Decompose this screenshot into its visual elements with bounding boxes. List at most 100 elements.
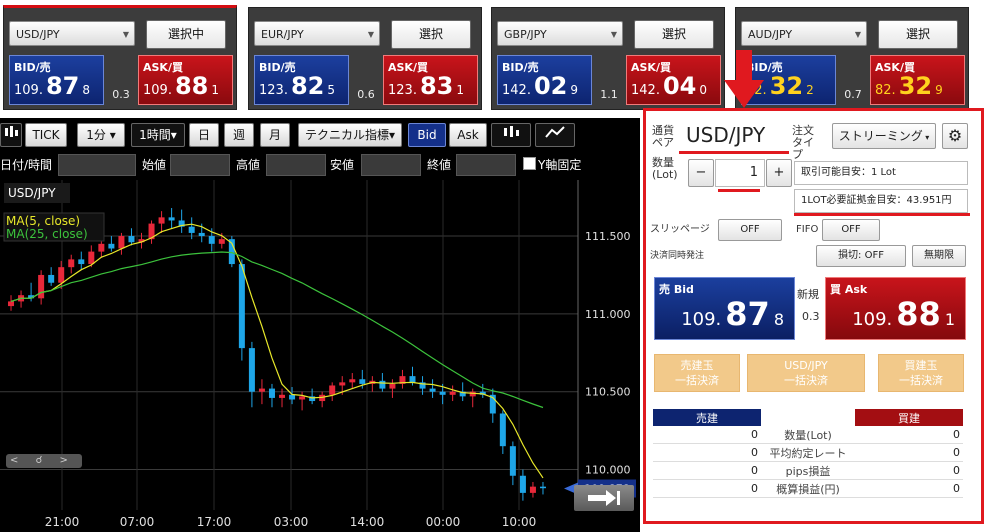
candlestick-icon bbox=[504, 126, 519, 137]
candle-body bbox=[78, 259, 85, 265]
qty-plus-button[interactable]: + bbox=[766, 159, 792, 187]
candlestick-icon bbox=[5, 126, 18, 137]
line-chart-button[interactable] bbox=[535, 123, 575, 147]
order-type-value: ストリーミング bbox=[838, 129, 923, 143]
low-label: 安値 bbox=[330, 158, 355, 172]
ask-toggle[interactable]: Ask bbox=[449, 123, 487, 147]
buy-ask-button[interactable]: 買 Ask 109. 88 1 bbox=[825, 277, 966, 340]
low-field[interactable] bbox=[361, 154, 421, 176]
pair-dropdown[interactable]: AUD/JPY ▼ bbox=[741, 21, 867, 46]
sell-header: 売建 bbox=[653, 409, 761, 426]
ask-price: 123. 83 1 bbox=[388, 72, 464, 100]
stoploss-button[interactable]: 損切: OFF bbox=[816, 245, 906, 267]
slippage-label: スリッページ bbox=[650, 224, 710, 235]
pair-ask-button[interactable]: ASK/買 109. 88 1 bbox=[138, 55, 233, 105]
tick-button[interactable]: TICK bbox=[25, 123, 67, 147]
qty-underline bbox=[718, 189, 760, 192]
order-type-dropdown[interactable]: ストリーミング ▾ bbox=[832, 123, 936, 149]
expiry-button[interactable]: 無期限 bbox=[912, 245, 966, 267]
bid-toggle[interactable]: Bid bbox=[408, 123, 446, 147]
y-tick-label: 111.000 bbox=[585, 308, 631, 321]
pair-ask-button[interactable]: ASK/買 82. 32 9 bbox=[870, 55, 965, 105]
pair-bid-button[interactable]: BID/売 109. 87 8 bbox=[9, 55, 104, 105]
candle-body bbox=[529, 486, 536, 493]
pair-symbol: EUR/JPY bbox=[261, 28, 304, 41]
candle-body bbox=[519, 475, 526, 493]
pair-dropdown[interactable]: USD/JPY ▼ bbox=[9, 21, 135, 46]
pair-dropdown[interactable]: GBP/JPY ▼ bbox=[497, 21, 623, 46]
scroll-controls[interactable]: < ☌ > bbox=[6, 454, 82, 468]
row-label: 数量(Lot) bbox=[761, 426, 855, 444]
qty-minus-button[interactable]: − bbox=[688, 159, 714, 187]
chart-symbol: USD/JPY bbox=[8, 186, 56, 200]
settings-button[interactable]: ⚙ bbox=[942, 123, 968, 149]
row-label: 平均約定レート bbox=[761, 443, 855, 462]
jump-latest-button[interactable] bbox=[574, 485, 634, 511]
sell-value: 0 bbox=[653, 443, 761, 462]
candle-body bbox=[88, 251, 95, 265]
y-fixed-checkbox[interactable] bbox=[523, 157, 536, 170]
pair-spread: 0.3 bbox=[112, 88, 130, 101]
sell-value: 0 bbox=[653, 479, 761, 498]
technical-dropdown[interactable]: テクニカル指標▾ bbox=[298, 123, 402, 147]
zoom-icon[interactable]: ☌ bbox=[36, 455, 43, 466]
candle-body bbox=[539, 486, 546, 489]
close-field[interactable] bbox=[456, 154, 516, 176]
header-spacer bbox=[761, 409, 855, 426]
chart-type-button[interactable] bbox=[0, 123, 22, 147]
select-pair-button[interactable]: 選択 bbox=[391, 20, 471, 49]
pair-dropdown[interactable]: EUR/JPY ▼ bbox=[254, 21, 380, 46]
table-row: 0 平均約定レート 0 bbox=[653, 443, 963, 462]
candle-chart-button[interactable] bbox=[491, 123, 531, 147]
qty-input[interactable]: 1 bbox=[715, 159, 765, 187]
candle-body bbox=[158, 217, 165, 224]
slippage-toggle[interactable]: OFF bbox=[718, 219, 782, 241]
fifo-toggle[interactable]: OFF bbox=[822, 219, 880, 241]
month-button[interactable]: 月 bbox=[260, 123, 290, 147]
buy-ask-price: 109. 88 1 bbox=[852, 295, 955, 333]
open-field[interactable] bbox=[170, 154, 230, 176]
pair-panel: EUR/JPY ▼ 選択 BID/売 123. 82 5 0.6 ASK/買 123. 83 1 bbox=[248, 7, 482, 110]
margin-info: 1LOT必要証拠金目安：43.951円 bbox=[794, 189, 968, 213]
sell-value: 0 bbox=[653, 461, 761, 480]
pair-ask-button[interactable]: ASK/買 123. 83 1 bbox=[383, 55, 478, 105]
select-pair-button[interactable]: 選択 bbox=[634, 20, 714, 49]
candle-body bbox=[349, 379, 356, 383]
bid-price: 123. 82 5 bbox=[259, 72, 335, 100]
legend-entry: MA(25, close) bbox=[6, 227, 88, 241]
x-tick-label: 14:00 bbox=[350, 515, 385, 529]
red-arrow-icon bbox=[724, 50, 764, 108]
settle-sell-button[interactable]: 売建玉 一括決済 bbox=[654, 354, 740, 392]
candle-body bbox=[98, 243, 105, 252]
datetime-field[interactable] bbox=[58, 154, 136, 176]
settle-pair-button[interactable]: USD/JPY 一括決済 bbox=[747, 354, 865, 392]
high-field[interactable] bbox=[266, 154, 326, 176]
week-button[interactable]: 週 bbox=[224, 123, 254, 147]
ma25-line bbox=[10, 251, 544, 409]
select-pair-button[interactable]: 選択 bbox=[878, 20, 958, 49]
candle-body bbox=[208, 236, 215, 244]
pair-symbol: GBP/JPY bbox=[504, 28, 547, 41]
candle-body bbox=[289, 394, 296, 400]
candle-body bbox=[379, 380, 386, 389]
candle-body bbox=[8, 301, 15, 307]
day-button[interactable]: 日 bbox=[189, 123, 219, 147]
minute-dropdown[interactable]: 1分 ▾ bbox=[77, 123, 125, 147]
buy-value: 0 bbox=[855, 461, 963, 480]
candle-body bbox=[359, 379, 366, 384]
table-row: 0 pips損益 0 bbox=[653, 461, 963, 480]
candlestick-chart[interactable]: 111.500 111.000 110.500 110.000 21:00 07:00 17… bbox=[0, 180, 640, 532]
pair-bid-button[interactable]: BID/売 123. 82 5 bbox=[254, 55, 349, 105]
candle-body bbox=[509, 446, 516, 476]
pair-bid-button[interactable]: BID/売 142. 02 9 bbox=[497, 55, 592, 105]
buy-header: 買建 bbox=[855, 409, 963, 426]
sell-bid-button[interactable]: 売 Bid 109. 87 8 bbox=[654, 277, 795, 340]
pair-ask-button[interactable]: ASK/買 142. 04 0 bbox=[626, 55, 721, 105]
scroll-right-icon[interactable]: > bbox=[59, 455, 67, 466]
select-pair-button[interactable]: 選択中 bbox=[146, 20, 226, 49]
row-label: 概算損益(円) bbox=[761, 479, 855, 498]
scroll-left-icon[interactable]: < bbox=[10, 455, 18, 466]
settle-buy-button[interactable]: 買建玉 一括決済 bbox=[878, 354, 964, 392]
datetime-label: 日付/時間 bbox=[0, 158, 53, 172]
hour-dropdown[interactable]: 1時間▾ bbox=[131, 123, 185, 147]
